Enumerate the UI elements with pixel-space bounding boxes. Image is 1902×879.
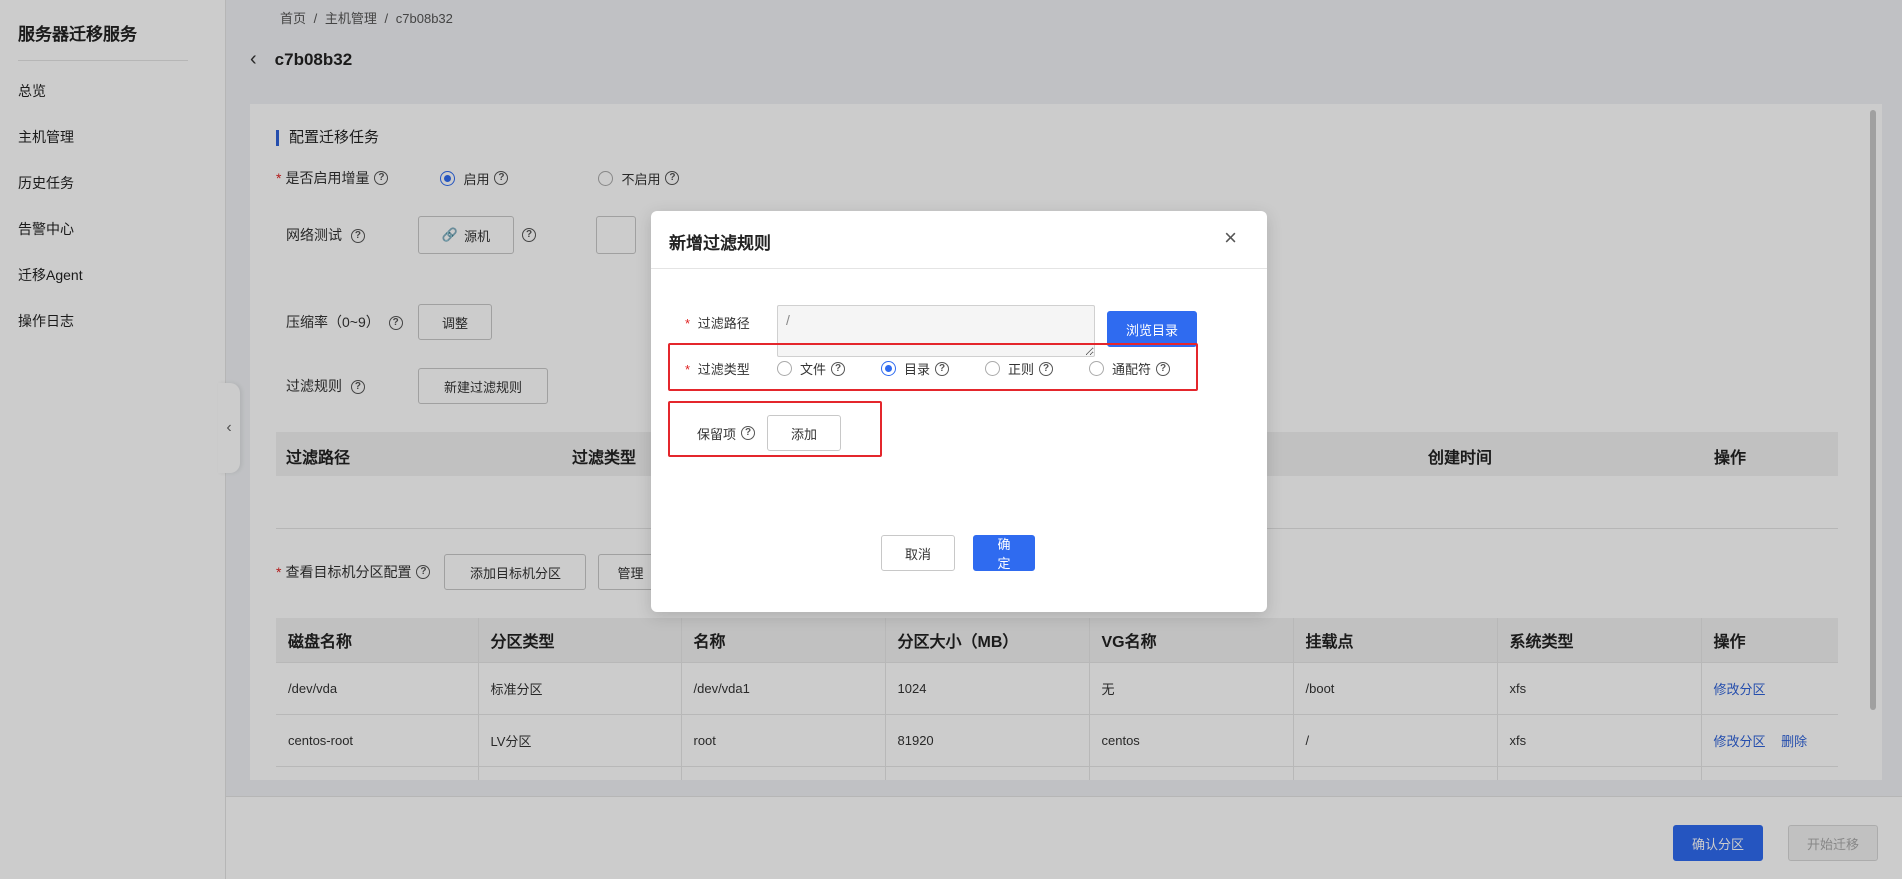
radio-dot xyxy=(985,361,1001,376)
filter-path-label: * 过滤路径 xyxy=(685,313,750,332)
help-icon[interactable]: ? xyxy=(741,426,756,440)
dialog-title: 新增过滤规则 xyxy=(669,234,771,253)
ok-button[interactable]: 确定 xyxy=(973,535,1035,571)
required-mark: * xyxy=(685,362,691,377)
filter-type-file-label: 文件 xyxy=(800,362,827,377)
filter-type-label: * 过滤类型 xyxy=(685,359,777,378)
filter-type-wildcard-label: 通配符 xyxy=(1112,362,1152,377)
cancel-button[interactable]: 取消 xyxy=(881,535,955,571)
close-icon[interactable]: × xyxy=(1224,227,1237,249)
help-icon[interactable]: ? xyxy=(1156,361,1171,376)
filter-type-regex-label: 正则 xyxy=(1008,362,1035,377)
retain-label: 保留项 xyxy=(697,426,737,442)
radio-dot xyxy=(1089,361,1105,376)
filter-type-wildcard-radio[interactable]: 通配符 ? xyxy=(1089,359,1171,378)
filter-path-label-text: 过滤路径 xyxy=(697,316,750,331)
help-icon[interactable]: ? xyxy=(1039,361,1054,376)
radio-dot-checked xyxy=(881,361,897,376)
new-filter-rule-dialog: 新增过滤规则 × * 过滤路径 / 浏览目录 * 过滤类型 文件 ? 目录 ? … xyxy=(651,211,1267,612)
add-retain-button[interactable]: 添加 xyxy=(767,415,842,451)
help-icon[interactable]: ? xyxy=(935,361,950,376)
filter-type-file-radio[interactable]: 文件 ? xyxy=(777,359,846,378)
help-icon[interactable]: ? xyxy=(831,361,846,376)
dialog-header: 新增过滤规则 × xyxy=(651,211,1267,269)
radio-dot xyxy=(777,361,792,376)
filter-type-directory-radio[interactable]: 目录 ? xyxy=(881,359,950,378)
filter-type-row: * 过滤类型 文件 ? 目录 ? 正则 ? 通配符 ? xyxy=(685,359,1171,378)
filter-type-directory-label: 目录 xyxy=(904,362,931,377)
filter-type-label-text: 过滤类型 xyxy=(697,362,750,377)
browse-directory-button[interactable]: 浏览目录 xyxy=(1107,311,1197,347)
retain-row: 保留项 ? 添加 xyxy=(697,415,842,451)
filter-type-regex-radio[interactable]: 正则 ? xyxy=(985,359,1054,378)
required-mark: * xyxy=(685,316,691,331)
